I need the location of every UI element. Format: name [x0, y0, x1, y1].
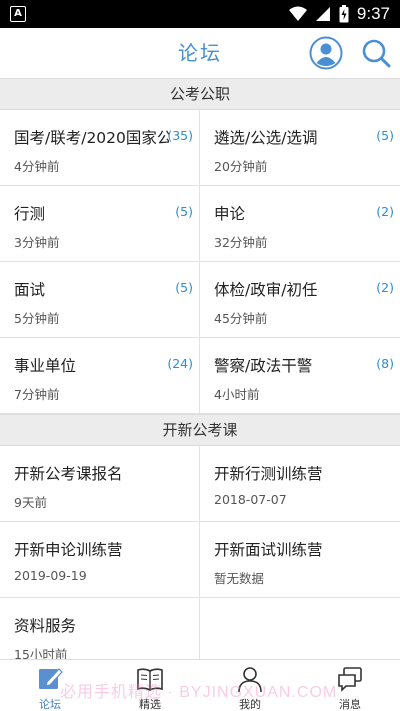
- board-name: 资料服务: [14, 617, 77, 635]
- board-updated-time: 5分钟前: [14, 311, 60, 326]
- forum-board[interactable]: 行测 (5) 3分钟前: [0, 186, 200, 262]
- board-name: 开新行测训练营: [214, 465, 323, 483]
- board-name: 开新申论训练营: [14, 541, 123, 559]
- board-name: 警察/政法干警: [214, 357, 313, 375]
- tab-mine[interactable]: 我的: [200, 660, 300, 711]
- board-name: 开新公考课报名: [14, 465, 123, 483]
- section-header: 开新公考课: [0, 414, 400, 446]
- board-updated-time: 7分钟前: [14, 387, 60, 402]
- board-updated-time: 20分钟前: [214, 159, 268, 174]
- wifi-icon: [288, 6, 307, 21]
- signal-icon: [315, 7, 330, 21]
- board-updated-time: 4分钟前: [14, 159, 60, 174]
- board-updated-time: 2019-09-19: [14, 568, 87, 583]
- board-name: 面试: [14, 281, 46, 299]
- forum-board[interactable]: 开新行测训练营 2018-07-07: [200, 446, 400, 522]
- board-updated-time: 9天前: [14, 495, 47, 510]
- search-icon[interactable]: [360, 37, 392, 69]
- board-count: (24): [167, 356, 193, 371]
- forum-board[interactable]: 遴选/公选/选调 (5) 20分钟前: [200, 110, 400, 186]
- section-header: 公考公职: [0, 78, 400, 110]
- forum-board[interactable]: 事业单位 (24) 7分钟前: [0, 338, 200, 414]
- board-count: (2): [376, 280, 394, 295]
- app-notification-icon: A: [10, 6, 26, 22]
- tab-featured[interactable]: 精选: [100, 660, 200, 711]
- forum-board[interactable]: 面试 (5) 5分钟前: [0, 262, 200, 338]
- book-icon: [137, 668, 163, 691]
- forum-board[interactable]: 申论 (2) 32分钟前: [200, 186, 400, 262]
- forum-board[interactable]: 开新申论训练营 2019-09-19: [0, 522, 200, 598]
- status-bar: A 9:37: [0, 0, 400, 28]
- forum-icon: [39, 668, 63, 689]
- board-name: 行测: [14, 205, 46, 223]
- message-icon: [338, 667, 362, 692]
- forum-board[interactable]: 警察/政法干警 (8) 4小时前: [200, 338, 400, 414]
- board-updated-time: 32分钟前: [214, 235, 268, 250]
- profile-avatar-icon[interactable]: [309, 36, 343, 70]
- forum-board[interactable]: 国考/联考/2020国家公 (35) 4分钟前: [0, 110, 200, 186]
- board-name: 开新面试训练营: [214, 541, 323, 559]
- tab-label: 消息: [339, 698, 361, 711]
- tab-forum[interactable]: 论坛: [0, 660, 100, 711]
- board-name: 体检/政审/初任: [214, 281, 318, 299]
- forum-board[interactable]: 开新面试训练营 暂无数据: [200, 522, 400, 598]
- clock: 9:37: [356, 4, 390, 23]
- tab-label: 精选: [139, 698, 161, 711]
- app-header: 论坛: [0, 28, 400, 78]
- board-count: (5): [175, 280, 193, 295]
- tab-label: 我的: [239, 698, 261, 711]
- battery-icon: [339, 5, 349, 23]
- board-updated-time: 2018-07-07: [214, 492, 287, 507]
- board-updated-time: 4小时前: [214, 387, 260, 402]
- board-count: (5): [376, 128, 394, 143]
- system-indicators: 9:37: [288, 0, 390, 28]
- tab-label: 论坛: [39, 698, 61, 711]
- board-count: (35): [167, 128, 193, 143]
- tab-messages[interactable]: 消息: [300, 660, 400, 711]
- person-icon: [238, 667, 262, 693]
- board-name: 遴选/公选/选调: [214, 129, 318, 147]
- board-count: (2): [376, 204, 394, 219]
- board-updated-time: 45分钟前: [214, 311, 268, 326]
- bottom-tab-bar: 论坛 精选 我的 消息: [0, 659, 400, 711]
- board-count: (8): [376, 356, 394, 371]
- forum-board[interactable]: 开新公考课报名 9天前: [0, 446, 200, 522]
- board-name: 国考/联考/2020国家公: [14, 129, 169, 147]
- board-count: (5): [175, 204, 193, 219]
- board-updated-time: 暂无数据: [214, 571, 265, 586]
- forum-board[interactable]: 体检/政审/初任 (2) 45分钟前: [200, 262, 400, 338]
- forum-board[interactable]: 资料服务 15小时前: [0, 598, 200, 662]
- board-updated-time: 3分钟前: [14, 235, 60, 250]
- board-name: 事业单位: [14, 357, 77, 375]
- board-name: 申论: [214, 205, 246, 223]
